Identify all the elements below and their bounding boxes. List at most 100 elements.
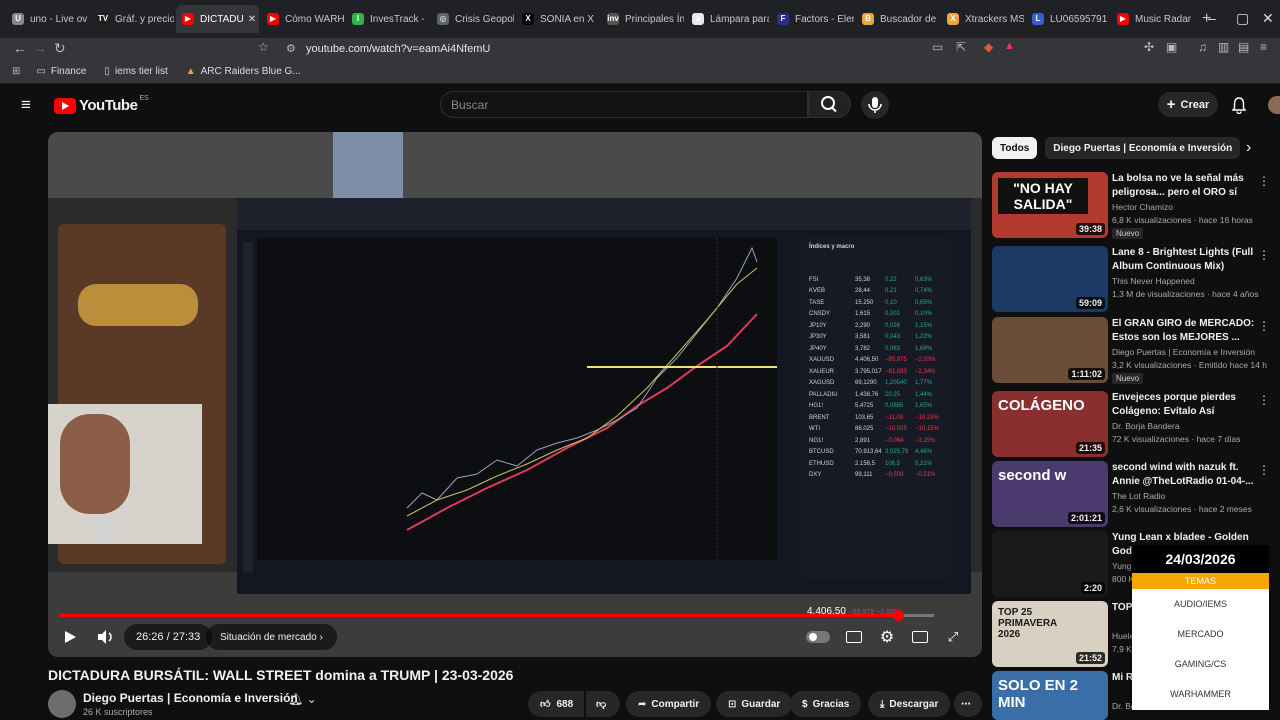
thanks-button[interactable]: $ Gracias	[790, 691, 862, 717]
site-info-icon[interactable]: ⚙	[286, 42, 296, 55]
close-window-button[interactable]: ✕	[1262, 10, 1274, 27]
video-title-text[interactable]: La bolsa no ve la señal más peligrosa...…	[1112, 172, 1256, 200]
chip-channel[interactable]: Diego Puertas | Economía e Inversión	[1045, 137, 1241, 159]
video-menu-icon[interactable]: ⋮	[1258, 248, 1270, 262]
extensions-icon[interactable]: ✣	[1144, 40, 1154, 54]
miniplayer-button[interactable]	[908, 625, 932, 649]
browser-tab[interactable]: L LU06595791	[1026, 5, 1109, 33]
apps-icon[interactable]: ⊞	[12, 66, 20, 77]
bookmark-arc[interactable]: ▲ ARC Raiders Blue G...	[186, 66, 301, 77]
popup-item[interactable]: WARHAMMER	[1132, 679, 1269, 709]
minimize-button[interactable]: –	[1208, 10, 1216, 26]
video-title-text[interactable]: El GRAN GIRO de MERCADO: Estos son los M…	[1112, 317, 1256, 345]
chip-all[interactable]: Todos	[992, 137, 1038, 159]
youtube-logo[interactable]: YouTube ES	[54, 95, 149, 114]
video-menu-icon[interactable]: ⋮	[1258, 319, 1270, 333]
settings-button[interactable]: ⚙	[875, 625, 899, 649]
popup-item[interactable]: AUDIO/IEMS	[1132, 589, 1269, 619]
popup-item[interactable]: GAMING/CS	[1132, 649, 1269, 679]
reload-icon[interactable]: ↻	[54, 40, 66, 57]
menu-icon[interactable]: ≡	[1260, 40, 1267, 54]
channel-name[interactable]: Diego Puertas | Economía e Inversión	[83, 691, 298, 705]
channel-name-text[interactable]: Diego Puertas | Economía e Inversión	[1112, 347, 1262, 357]
video-menu-icon[interactable]: ⋮	[1258, 174, 1270, 188]
recommended-video[interactable]: 59:09 Lane 8 - Brightest Lights (Full Alb…	[992, 246, 1272, 314]
video-thumbnail[interactable]: "NO HAY SALIDA" 39:38	[992, 172, 1108, 238]
channel-name-text[interactable]: The Lot Radio	[1112, 491, 1262, 501]
recommended-video[interactable]: 1:11:02 El GRAN GIRO de MERCADO: Estos so…	[992, 317, 1272, 385]
recommended-video[interactable]: COLÁGENO 21:35 Envejeces porque pierdes Co…	[992, 391, 1272, 459]
autoplay-toggle[interactable]	[806, 625, 830, 649]
browser-tab[interactable]: a Lámpara para	[686, 5, 769, 33]
forward-icon[interactable]: →	[33, 40, 47, 56]
recommended-video[interactable]: "NO HAY SALIDA" 39:38 La bolsa no ve la se…	[992, 172, 1272, 240]
like-button[interactable]: 👍︎ 688	[528, 691, 584, 717]
video-title-text[interactable]: Lane 8 - Brightest Lights (Full Album Co…	[1112, 246, 1256, 274]
subtitles-button[interactable]	[842, 625, 866, 649]
channel-avatar[interactable]	[48, 690, 76, 718]
dislike-button[interactable]: 👎︎	[586, 691, 620, 717]
back-icon[interactable]: ←	[13, 40, 27, 56]
download-button[interactable]: ⤓ Descargar	[868, 691, 951, 717]
notifications-bell-icon[interactable]	[1230, 96, 1248, 114]
video-thumbnail[interactable]: TOP 25 PRIMAVERA 2026 21:52	[992, 601, 1108, 667]
brave-shield-icon[interactable]: ◆	[984, 40, 993, 54]
browser-tab[interactable]: X Xtrackers MS	[941, 5, 1024, 33]
channel-name-text[interactable]: Hector Chamizo	[1112, 202, 1262, 212]
browser-tab[interactable]: Uuno - Live ov	[6, 5, 89, 33]
play-button[interactable]	[58, 625, 82, 649]
browser-tab[interactable]: inv Principales Ín	[601, 5, 684, 33]
video-thumbnail[interactable]: 2:20	[992, 531, 1108, 597]
browser-tab[interactable]: ◎ Crisis Geopol	[431, 5, 514, 33]
video-thumbnail[interactable]: 59:09	[992, 246, 1108, 312]
subscribe-bell-button[interactable]: 🔔︎ ⌄	[288, 692, 317, 706]
wallet-icon[interactable]: ▤	[1238, 40, 1249, 54]
chapter-button[interactable]: Situación de mercado ›	[206, 624, 337, 650]
channel-name-text[interactable]: Dr. Borja Bandera	[1112, 421, 1262, 431]
video-thumbnail[interactable]: second w 2:01:21	[992, 461, 1108, 527]
browser-tab[interactable]: B Buscador de	[856, 5, 939, 33]
video-thumbnail[interactable]: 1:11:02	[992, 317, 1108, 383]
video-thumbnail[interactable]: COLÁGENO 21:35	[992, 391, 1108, 457]
user-avatar[interactable]	[1268, 96, 1280, 114]
browser-tab[interactable]: I InvesTrack -	[346, 5, 429, 33]
create-button[interactable]: + Crear	[1158, 92, 1218, 117]
browser-tab[interactable]: ▶ Music Radar	[1111, 5, 1194, 33]
popup-item[interactable]: MERCADO	[1132, 619, 1269, 649]
fullscreen-button[interactable]: ⤢	[941, 625, 965, 649]
chips-next-icon[interactable]: ›	[1246, 139, 1251, 157]
bookmark-finance[interactable]: ▭ Finance	[36, 66, 86, 77]
video-title-text[interactable]: second wind with nazuk ft. Annie @TheLot…	[1112, 461, 1256, 489]
close-tab-icon[interactable]: ✕	[244, 14, 256, 25]
share-button[interactable]: ➦ Compartir	[626, 691, 712, 717]
hamburger-menu-icon[interactable]: ≡	[21, 95, 31, 115]
rewards-icon[interactable]: ▲	[1004, 40, 1015, 52]
screenshot-icon[interactable]: ▣	[1166, 40, 1177, 54]
video-title-text[interactable]: Envejeces porque pierdes Colágeno: Evíta…	[1112, 391, 1256, 419]
video-menu-icon[interactable]: ⋮	[1258, 463, 1270, 477]
save-button[interactable]: ⊡ Guardar	[716, 691, 793, 717]
browser-tab[interactable]: X SONIA en X	[516, 5, 599, 33]
browser-tab[interactable]: F Factors - Elem	[771, 5, 854, 33]
maximize-button[interactable]: ▢	[1236, 10, 1249, 27]
recommended-video[interactable]: second w 2:01:21 second wind with nazuk ft…	[992, 461, 1272, 529]
search-button[interactable]	[808, 91, 851, 118]
browser-tab[interactable]: ▶ Cómo WARH	[261, 5, 344, 33]
channel-name-text[interactable]: This Never Happened	[1112, 276, 1262, 286]
bookmark-iems[interactable]: ▯ iems tier list	[104, 66, 167, 77]
more-actions-button[interactable]: ⋯	[954, 691, 982, 717]
cast-icon[interactable]: ▭	[932, 40, 943, 54]
share-page-icon[interactable]: ⇱	[956, 40, 966, 54]
video-thumbnail[interactable]: SOLO EN 2 MIN	[992, 671, 1108, 720]
video-progress-bar[interactable]	[60, 610, 934, 621]
volume-button[interactable]	[94, 625, 118, 649]
browser-tab[interactable]: TV Gráf. y precio	[91, 5, 174, 33]
media-icon[interactable]: ♫	[1198, 40, 1207, 54]
voice-search-button[interactable]	[861, 91, 889, 119]
video-player[interactable]: Índices y macro FSI 35,38 0,22 0,63% KVEB 28,…	[48, 132, 982, 657]
bookmark-star-icon[interactable]: ☆	[258, 40, 269, 54]
search-input[interactable]: Buscar	[440, 91, 808, 118]
browser-tab[interactable]: ▶ DICTADU ✕	[176, 5, 259, 33]
video-menu-icon[interactable]: ⋮	[1258, 393, 1270, 407]
sidebar-icon[interactable]: ▥	[1218, 40, 1229, 54]
